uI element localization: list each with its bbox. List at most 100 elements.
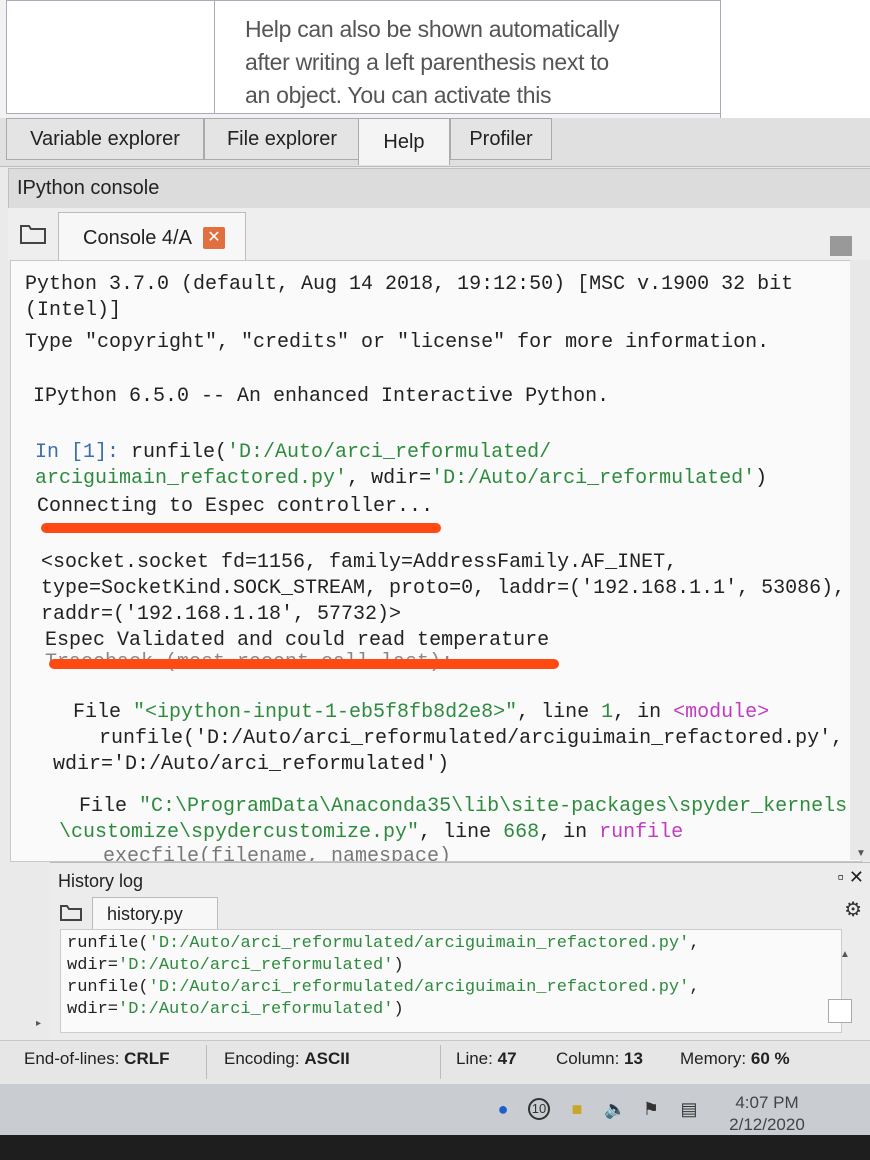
console-line: Type "copyright", "credits" or "license"… <box>25 331 770 354</box>
code-token: wdir= <box>67 1000 119 1019</box>
string-token: arciguimain_refactored.py' <box>35 467 348 490</box>
close-icon[interactable]: ✕ <box>203 227 225 249</box>
input-prompt: In [1]: <box>35 441 132 464</box>
taskbar: ● 10 ■ 🔈 ⚑ ▤ 4:07 PM 2/12/2020 <box>0 1084 870 1135</box>
history-scroll-thumb[interactable] <box>828 999 852 1023</box>
input-line: arciguimain_refactored.py', wdir='D:/Aut… <box>35 467 767 490</box>
code-token: , <box>689 978 700 997</box>
status-label: Encoding: <box>224 1049 300 1068</box>
app-tray-icon[interactable]: ■ <box>566 1098 588 1120</box>
pane-tab-bar: Variable explorer File explorer Help Pro… <box>0 118 870 167</box>
status-encoding: Encoding: ASCII <box>224 1049 350 1069</box>
code-token: ) <box>393 956 404 975</box>
tab-profiler[interactable]: Profiler <box>450 118 552 160</box>
tab-label: File explorer <box>226 127 338 150</box>
help-line: after writing a left parenthesis next to <box>245 49 609 75</box>
code-token: runfile( <box>67 978 149 997</box>
console-tab[interactable]: Console 4/A ✕ <box>58 212 246 261</box>
string-token: 'D:/Auto/arci_reformulated/arciguimain_r… <box>148 978 690 997</box>
code-token: , line <box>419 821 504 844</box>
gear-icon[interactable]: ⚙ <box>844 897 862 922</box>
input-line: In [1]: runfile('D:/Auto/arci_reformulat… <box>35 441 551 464</box>
help-text: Help can also be shown automatically aft… <box>245 13 685 112</box>
string-token: "<ipython-input-1-eb5f8fb8d2e8>" <box>133 701 518 724</box>
scroll-up-icon[interactable]: ▲ <box>840 949 850 960</box>
console-tab-bar: Console 4/A ✕ <box>8 208 870 261</box>
help-content: Help can also be shown automatically aft… <box>214 0 722 114</box>
sync-icon[interactable]: ● <box>492 1098 514 1120</box>
status-value: 60 % <box>750 1049 790 1068</box>
code-token: , in <box>613 701 674 724</box>
highlight-mark <box>49 659 559 669</box>
status-value: CRLF <box>124 1049 170 1068</box>
spyder-window: Help can also be shown automatically aft… <box>0 0 870 1135</box>
status-label: Memory: <box>680 1049 747 1068</box>
ipython-console-header: IPython console <box>8 168 870 210</box>
history-log-pane: History log ▫ ✕ history.py ⚙ runfile('D:… <box>50 862 870 1041</box>
console-line: (Intel)] <box>25 299 122 322</box>
tab-file-explorer[interactable]: File explorer <box>204 118 360 160</box>
badge-icon[interactable]: 10 <box>528 1098 550 1120</box>
help-options-box <box>6 0 216 114</box>
console-line: runfile('D:/Auto/arci_reformulated/arcig… <box>99 727 844 750</box>
code-token: , <box>689 934 700 953</box>
string-token: 'D:/Auto/arci_reformulated' <box>431 467 756 490</box>
help-side-panel <box>720 0 870 124</box>
console-line: Python 3.7.0 (default, Aug 14 2018, 19:1… <box>25 273 794 296</box>
history-line: runfile('D:/Auto/arci_reformulated/arcig… <box>67 978 700 997</box>
status-line: Line: 47 <box>456 1049 517 1069</box>
history-tab[interactable]: history.py <box>92 897 218 930</box>
code-token: runfile( <box>67 934 149 953</box>
string-token: \customize\spydercustomize.py" <box>59 821 420 844</box>
status-column: Column: 13 <box>556 1049 643 1069</box>
clock-time: 4:07 PM <box>735 1093 799 1112</box>
string-token: 'D:/Auto/arci_reformulated/ <box>227 441 552 464</box>
volume-icon[interactable]: 🔈 <box>604 1098 626 1120</box>
history-line: wdir='D:/Auto/arci_reformulated') <box>67 1000 404 1019</box>
keyword-token: <module> <box>673 701 770 724</box>
scroll-down-icon[interactable]: ▼ <box>856 848 866 859</box>
code-token: runfile( <box>131 441 228 464</box>
status-label: Line: <box>456 1049 493 1068</box>
code-token: ) <box>755 467 768 490</box>
code-token: File <box>73 701 134 724</box>
console-line: execfile(filename, namespace) <box>103 845 452 862</box>
console-line: wdir='D:/Auto/arci_reformulated') <box>53 753 450 776</box>
console-line: type=SocketKind.SOCK_STREAM, proto=0, la… <box>41 577 846 600</box>
options-icon[interactable] <box>830 236 852 256</box>
status-value: 47 <box>497 1049 517 1068</box>
console-line: <socket.socket fd=1156, family=AddressFa… <box>41 551 678 574</box>
code-token: , in <box>539 821 600 844</box>
help-line: Help can also be shown automatically <box>245 16 620 42</box>
tab-label: Profiler <box>469 127 533 150</box>
number-token: 1 <box>601 701 614 724</box>
help-line: an object. You can activate this <box>245 82 552 108</box>
console-line: Connecting to Espec controller... <box>37 495 434 518</box>
tab-label: Help <box>383 130 425 153</box>
folder-icon[interactable] <box>60 903 82 921</box>
monitor-bezel <box>0 1135 870 1160</box>
expand-arrow-icon[interactable]: ▸ <box>36 1018 41 1029</box>
ipython-console-title: IPython console <box>17 177 160 199</box>
traceback-file-line: File "C:\ProgramData\Anaconda35\lib\site… <box>79 795 847 818</box>
status-label: End-of-lines: <box>24 1049 120 1068</box>
status-memory: Memory: 60 % <box>680 1049 790 1069</box>
folder-icon[interactable] <box>20 222 46 244</box>
console-line: raddr=('192.168.1.18', 57732)> <box>41 603 402 626</box>
status-divider <box>206 1045 207 1079</box>
flag-icon[interactable]: ⚑ <box>640 1098 662 1120</box>
console-scrollbar[interactable] <box>850 260 870 860</box>
clock[interactable]: 4:07 PM 2/12/2020 <box>722 1092 812 1135</box>
code-token: ) <box>393 1000 404 1019</box>
console-line: IPython 6.5.0 -- An enhanced Interactive… <box>33 385 610 408</box>
string-token: 'D:/Auto/arci_reformulated/arciguimain_r… <box>148 934 690 953</box>
history-code[interactable]: runfile('D:/Auto/arci_reformulated/arcig… <box>60 929 842 1033</box>
tab-variable-explorer[interactable]: Variable explorer <box>6 118 204 160</box>
string-token: 'D:/Auto/arci_reformulated' <box>118 956 394 975</box>
pane-controls-icon[interactable]: ▫ ✕ <box>838 867 864 888</box>
string-token: "C:\ProgramData\Anaconda35\lib\site-pack… <box>139 795 848 818</box>
tab-help[interactable]: Help <box>358 118 450 165</box>
network-icon[interactable]: ▤ <box>678 1098 700 1120</box>
console-output[interactable]: Python 3.7.0 (default, Aug 14 2018, 19:1… <box>10 260 862 862</box>
history-log-title: History log <box>58 871 144 891</box>
